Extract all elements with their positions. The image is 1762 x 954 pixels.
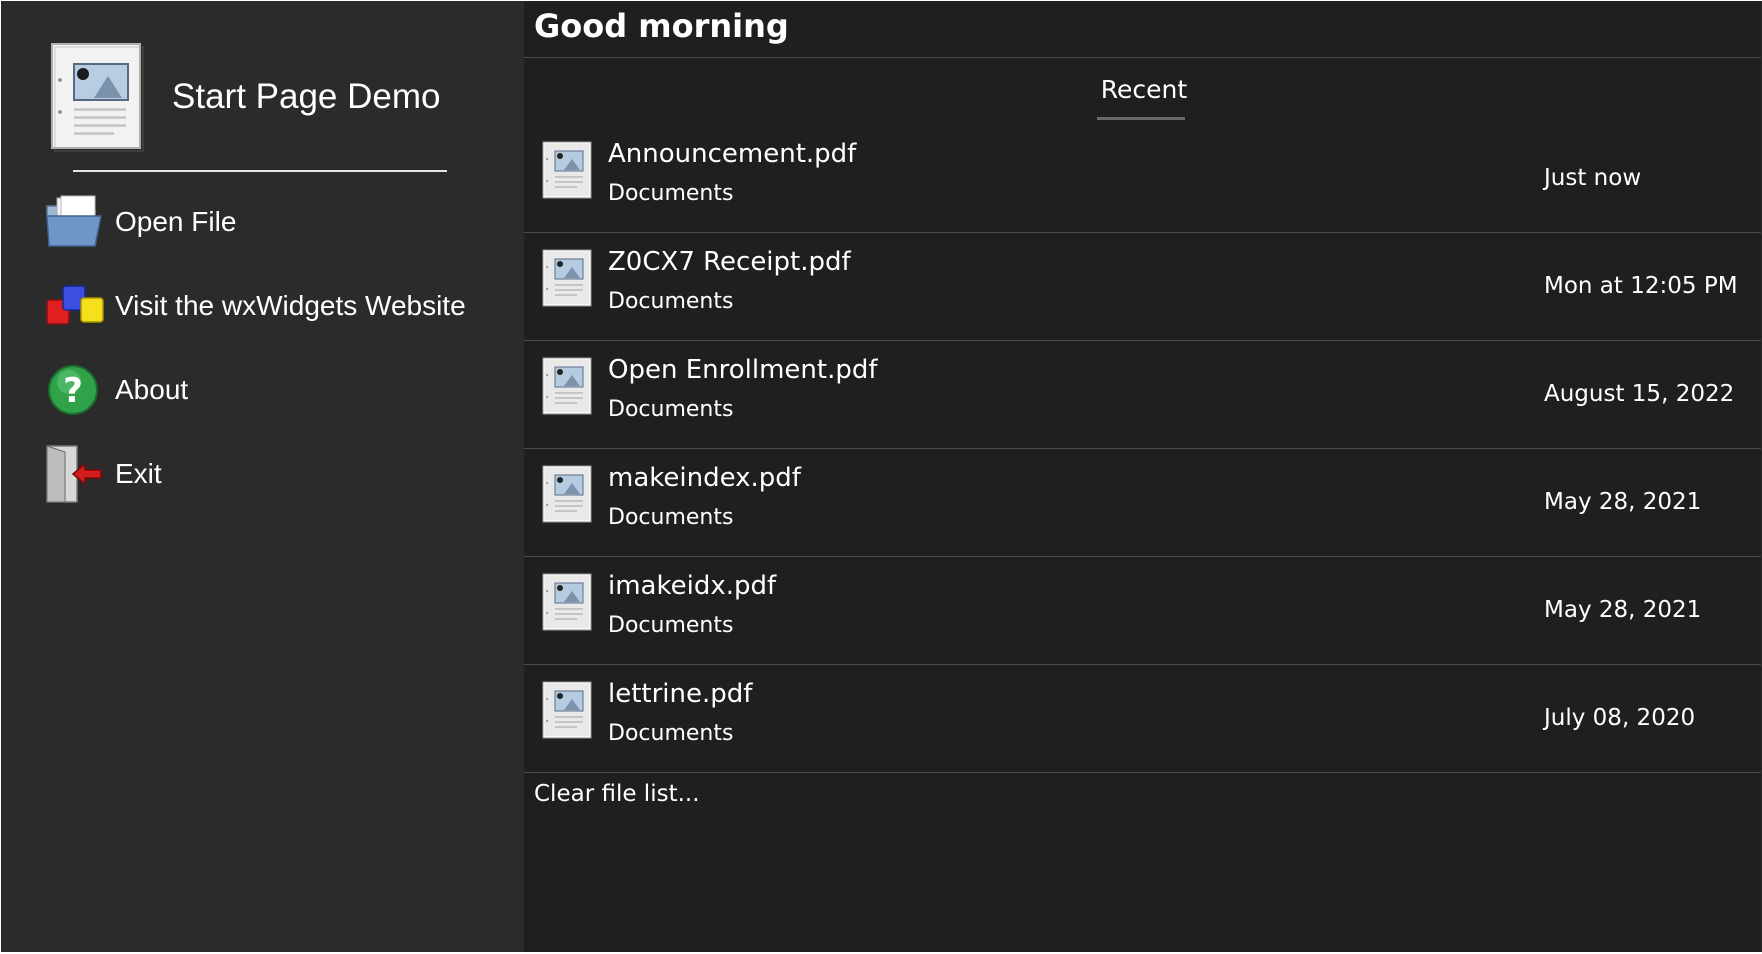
- file-row[interactable]: Open Enrollment.pdf Documents August 15,…: [524, 341, 1761, 449]
- help-question-icon: ?: [48, 365, 98, 415]
- file-row[interactable]: imakeidx.pdf Documents May 28, 2021: [524, 557, 1761, 665]
- file-folder: Documents: [608, 397, 734, 422]
- file-date: Just now: [1544, 165, 1642, 191]
- clear-file-list-link[interactable]: Clear file list...: [534, 781, 700, 807]
- start-page-window: Start Page Demo Open File Visit the wxWi…: [1, 1, 1762, 952]
- pdf-file-icon: [542, 249, 592, 307]
- file-name: Open Enrollment.pdf: [608, 355, 878, 385]
- file-row[interactable]: Z0CX7 Receipt.pdf Documents Mon at 12:05…: [524, 233, 1761, 341]
- file-name: imakeidx.pdf: [608, 571, 777, 601]
- exit-door-icon: [46, 445, 102, 503]
- file-folder: Documents: [608, 181, 734, 206]
- pdf-file-icon: [542, 357, 592, 415]
- file-folder: Documents: [608, 613, 734, 638]
- pdf-file-icon: [542, 681, 592, 739]
- header-divider: [73, 170, 447, 172]
- pdf-file-icon: [542, 465, 592, 523]
- sidebar-item-open-file[interactable]: Open File: [43, 189, 503, 255]
- sidebar-item-exit[interactable]: Exit: [43, 441, 503, 507]
- file-date: Mon at 12:05 PM: [1544, 273, 1738, 299]
- file-name: Announcement.pdf: [608, 139, 857, 169]
- pdf-file-icon: [542, 141, 592, 199]
- sidebar-item-label: Open File: [115, 206, 237, 237]
- sidebar-item-label: About: [115, 374, 189, 405]
- wxwidgets-logo-icon: [46, 285, 104, 325]
- file-name: lettrine.pdf: [608, 679, 753, 709]
- sidebar-item-about[interactable]: ? About: [43, 357, 503, 423]
- file-folder: Documents: [608, 721, 734, 746]
- greeting-divider: [524, 57, 1761, 58]
- file-name: Z0CX7 Receipt.pdf: [608, 247, 851, 277]
- file-row[interactable]: makeindex.pdf Documents May 28, 2021: [524, 449, 1761, 557]
- app-title: Start Page Demo: [172, 77, 441, 116]
- file-folder: Documents: [608, 289, 734, 314]
- file-folder: Documents: [608, 505, 734, 530]
- app-header: Start Page Demo: [45, 39, 465, 159]
- greeting-title: Good morning: [534, 7, 789, 45]
- svg-text:?: ?: [63, 371, 83, 411]
- file-name: makeindex.pdf: [608, 463, 801, 493]
- file-date: August 15, 2022: [1544, 381, 1735, 407]
- open-folder-icon: [46, 195, 102, 247]
- sidebar: Start Page Demo Open File Visit the wxWi…: [1, 1, 524, 952]
- file-row[interactable]: Announcement.pdf Documents Just now: [524, 125, 1761, 233]
- file-date: May 28, 2021: [1544, 597, 1702, 623]
- file-row[interactable]: lettrine.pdf Documents July 08, 2020: [524, 665, 1761, 773]
- sidebar-item-visit-website[interactable]: Visit the wxWidgets Website: [43, 273, 503, 339]
- sidebar-item-label: Visit the wxWidgets Website: [115, 290, 466, 321]
- file-date: May 28, 2021: [1544, 489, 1702, 515]
- tab-recent-indicator: [1097, 117, 1185, 120]
- document-image-icon: [51, 43, 144, 152]
- file-date: July 08, 2020: [1544, 705, 1696, 731]
- pdf-file-icon: [542, 573, 592, 631]
- tab-recent[interactable]: Recent: [1094, 75, 1194, 104]
- sidebar-item-label: Exit: [115, 458, 162, 489]
- main-panel: Good morning Recent Announcement.pdf Doc…: [524, 1, 1761, 952]
